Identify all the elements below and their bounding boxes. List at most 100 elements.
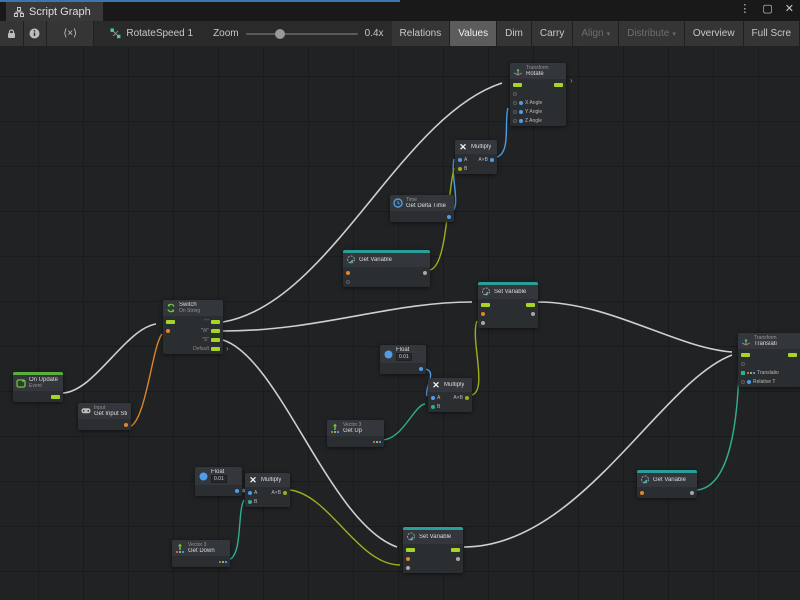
port-label: B bbox=[437, 404, 440, 410]
wire-exec-update-to-switch[interactable] bbox=[63, 324, 156, 393]
vector3-out-port[interactable] bbox=[373, 441, 381, 443]
info-button[interactable] bbox=[24, 21, 48, 46]
values-button[interactable]: Values bbox=[450, 21, 497, 46]
a-port[interactable] bbox=[431, 396, 435, 400]
name-port[interactable] bbox=[640, 491, 644, 495]
graph-canvas[interactable]: TransformRotate X Angle Y Angle Z Angle … bbox=[0, 46, 800, 600]
wire-exec-setvar-bottom-to-translate[interactable] bbox=[464, 355, 732, 547]
value-out-port[interactable] bbox=[531, 312, 535, 316]
wire-vector-getup-to-multiply[interactable] bbox=[381, 404, 425, 440]
result-port[interactable] bbox=[283, 491, 287, 495]
value-in-port[interactable] bbox=[481, 321, 485, 325]
name-port[interactable] bbox=[346, 271, 350, 275]
node-get-down[interactable]: Vector 3Get Down bbox=[172, 540, 230, 567]
float-value-field[interactable]: 0.01 bbox=[396, 353, 412, 361]
zoom-slider-handle[interactable] bbox=[275, 29, 285, 39]
graph-reference[interactable]: RotateSpeed 1 bbox=[94, 21, 205, 46]
float-port-icon bbox=[519, 110, 523, 114]
selector-port[interactable] bbox=[166, 329, 170, 333]
name-port[interactable] bbox=[406, 557, 410, 561]
carry-button[interactable]: Carry bbox=[532, 21, 573, 46]
case-out-port[interactable] bbox=[211, 329, 220, 333]
node-multiply-bottom[interactable]: ✕Multiply AA×B B bbox=[245, 473, 290, 507]
exec-in-port[interactable] bbox=[166, 320, 175, 324]
node-get-delta-time[interactable]: TimeGet Delta Time bbox=[390, 195, 454, 222]
lock-button[interactable] bbox=[0, 21, 24, 46]
float-value-field[interactable]: 0.01 bbox=[211, 475, 227, 483]
maximize-icon[interactable]: ▢ bbox=[762, 3, 772, 15]
overview-button[interactable]: Overview bbox=[685, 21, 744, 46]
exec-out-port[interactable] bbox=[526, 303, 535, 307]
name-port[interactable] bbox=[481, 312, 485, 316]
lock-icon bbox=[7, 29, 16, 39]
relations-button[interactable]: Relations bbox=[392, 21, 451, 46]
exec-in-port[interactable] bbox=[741, 353, 750, 357]
target-port[interactable] bbox=[741, 362, 745, 366]
full-screen-button[interactable]: Full Scre bbox=[744, 21, 800, 46]
node-set-variable-center[interactable]: Set Variable bbox=[478, 282, 538, 328]
tab-script-graph[interactable]: Script Graph bbox=[6, 1, 103, 21]
value-out-port[interactable] bbox=[690, 491, 694, 495]
value-out-port[interactable] bbox=[423, 271, 427, 275]
value-out-port[interactable] bbox=[419, 367, 423, 371]
wire-vector-getvar-to-translate[interactable] bbox=[697, 371, 739, 490]
relative-to-port[interactable] bbox=[741, 380, 745, 384]
exec-in-port[interactable] bbox=[513, 83, 522, 87]
value-out-port[interactable] bbox=[235, 489, 239, 493]
wire-product-multiply-to-setvar-center[interactable] bbox=[472, 321, 479, 395]
value-in-port[interactable] bbox=[406, 566, 410, 570]
node-float-center[interactable]: Float0.01 bbox=[380, 345, 426, 374]
default-out-port[interactable] bbox=[211, 347, 220, 351]
z-angle-port[interactable] bbox=[513, 119, 517, 123]
wire-vector-getdown-to-multiply[interactable] bbox=[228, 500, 244, 560]
dim-button[interactable]: Dim bbox=[497, 21, 532, 46]
node-rotate[interactable]: TransformRotate X Angle Y Angle Z Angle bbox=[510, 63, 566, 126]
node-on-update[interactable]: On UpdateEvent bbox=[13, 372, 63, 402]
case-out-port[interactable] bbox=[211, 338, 220, 342]
vector3-out-port[interactable] bbox=[219, 561, 227, 563]
b-port[interactable] bbox=[458, 167, 462, 171]
align-button[interactable]: Align▾ bbox=[573, 21, 619, 46]
exec-in-port[interactable] bbox=[481, 303, 490, 307]
exec-out-port[interactable] bbox=[554, 83, 563, 87]
y-angle-port[interactable] bbox=[513, 110, 517, 114]
exec-out-port[interactable] bbox=[788, 353, 797, 357]
node-translate[interactable]: TransformTranslati Translatio Relative T bbox=[738, 333, 800, 387]
case-out-port[interactable] bbox=[211, 320, 220, 324]
node-switch-on-string[interactable]: SwitchOn String " " "W" "S" Default bbox=[163, 300, 223, 354]
node-get-up[interactable]: Vector 3Get Up bbox=[327, 420, 384, 447]
fallback-port[interactable] bbox=[346, 280, 350, 284]
b-port[interactable] bbox=[248, 500, 252, 504]
node-get-input-string[interactable]: InputGet Input Strin bbox=[78, 403, 131, 430]
zoom-slider[interactable] bbox=[246, 33, 358, 35]
node-set-variable-bottom[interactable]: Set Variable bbox=[403, 527, 463, 573]
result-port[interactable] bbox=[465, 396, 469, 400]
b-port[interactable] bbox=[431, 405, 435, 409]
a-port[interactable] bbox=[458, 158, 462, 162]
node-multiply-center[interactable]: ✕Multiply AA×B B bbox=[428, 378, 472, 412]
value-out-port[interactable] bbox=[447, 215, 451, 219]
a-port[interactable] bbox=[248, 491, 252, 495]
exec-in-port[interactable] bbox=[406, 548, 415, 552]
distribute-button[interactable]: Distribute▾ bbox=[619, 21, 685, 46]
node-float-bottom[interactable]: Float0.01 bbox=[195, 467, 242, 496]
close-icon[interactable]: ✕ bbox=[785, 3, 794, 15]
vector3-in-port[interactable] bbox=[741, 371, 745, 375]
target-port[interactable] bbox=[513, 92, 517, 96]
wire-exec-setvar-center-to-translate[interactable] bbox=[538, 302, 732, 352]
zoom-to-fit-button[interactable]: ⟨×⟩ bbox=[47, 21, 94, 46]
result-port[interactable] bbox=[490, 158, 494, 162]
node-get-variable-top[interactable]: Get Variable bbox=[343, 250, 430, 287]
menu-icon[interactable]: ⋮ bbox=[739, 3, 750, 15]
value-out-port[interactable] bbox=[456, 557, 460, 561]
exec-out-port[interactable] bbox=[451, 548, 460, 552]
exec-out-port[interactable] bbox=[51, 395, 60, 399]
wire-exec-switch-to-setvar-center[interactable] bbox=[223, 302, 472, 331]
node-multiply-top[interactable]: ✕Multiply AA×B B bbox=[455, 140, 497, 174]
wire-float-multiply-to-rotate[interactable] bbox=[497, 108, 508, 157]
wire-string-input-to-switch[interactable] bbox=[129, 334, 162, 427]
node-get-variable-right[interactable]: Get Variable bbox=[637, 470, 697, 498]
transform-icon bbox=[741, 336, 751, 346]
value-out-port[interactable] bbox=[124, 423, 128, 427]
x-angle-port[interactable] bbox=[513, 101, 517, 105]
